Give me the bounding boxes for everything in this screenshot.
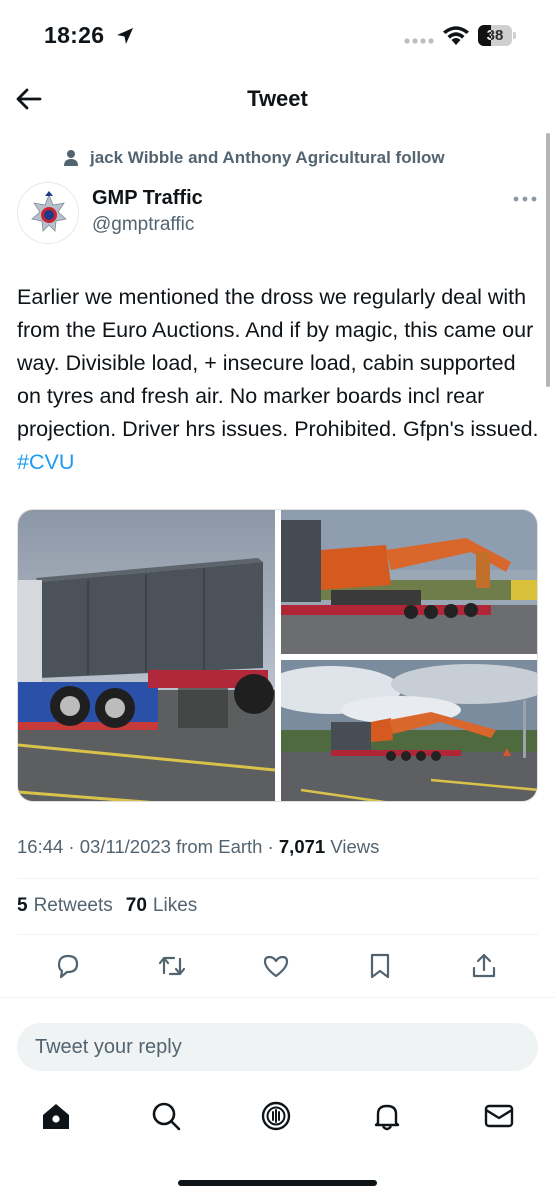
action-bar	[0, 946, 555, 986]
author-handle[interactable]: @gmptraffic	[92, 214, 194, 236]
messages-icon[interactable]	[483, 1100, 515, 1132]
police-badge-icon	[18, 183, 78, 243]
views-label: Views	[325, 836, 380, 857]
cellular-signal-icon	[404, 38, 434, 44]
battery-level: 38	[486, 27, 504, 44]
status-bar: 18:26 38	[0, 0, 555, 74]
tweet-body: Earlier we mentioned the dross we regula…	[17, 285, 539, 441]
retweet-icon[interactable]	[157, 951, 187, 981]
author-name[interactable]: GMP Traffic	[92, 187, 203, 210]
hashtag-link[interactable]: #CVU	[17, 450, 74, 474]
tab-bar	[0, 1092, 555, 1142]
tweet-text: Earlier we mentioned the dross we regula…	[17, 281, 543, 479]
likes-count: 70	[125, 895, 147, 916]
reply-input[interactable]	[17, 1023, 538, 1071]
nav-header: Tweet	[0, 74, 555, 124]
search-icon[interactable]	[150, 1100, 182, 1132]
location-arrow-icon	[117, 28, 133, 44]
likes-stat[interactable]: 70 Likes	[126, 895, 198, 917]
tweet-photo[interactable]	[281, 510, 537, 654]
home-icon[interactable]	[40, 1100, 72, 1132]
retweets-stat[interactable]: 5 Retweets	[17, 895, 113, 917]
tweet-photo[interactable]	[281, 660, 537, 801]
page-title: Tweet	[247, 86, 308, 111]
battery-icon: 38	[478, 25, 516, 46]
like-icon[interactable]	[261, 951, 291, 981]
scrollbar[interactable]	[546, 133, 550, 387]
notifications-icon[interactable]	[371, 1100, 403, 1132]
reply-icon[interactable]	[53, 951, 83, 981]
social-context-text: jack Wibble and Anthony Agricultural fol…	[90, 148, 445, 167]
views-count: 7,071	[278, 836, 326, 857]
divider	[17, 934, 538, 935]
media-grid	[17, 509, 538, 802]
avatar[interactable]	[17, 182, 79, 244]
spaces-icon[interactable]	[260, 1100, 292, 1132]
more-options-icon[interactable]	[512, 192, 538, 206]
person-icon	[64, 150, 78, 166]
status-time: 18:26	[44, 22, 105, 48]
share-icon[interactable]	[469, 951, 499, 981]
home-indicator[interactable]	[178, 1180, 377, 1186]
retweets-label: Retweets	[33, 895, 113, 916]
tweet-photo[interactable]	[18, 510, 275, 801]
bookmark-icon[interactable]	[365, 951, 395, 981]
tweet-meta: 16:44 · 03/11/2023 from Earth · 7,071 Vi…	[17, 836, 379, 858]
tweet-timestamp[interactable]: 16:44 · 03/11/2023 from Earth ·	[17, 836, 279, 857]
social-context[interactable]: jack Wibble and Anthony Agricultural fol…	[62, 147, 445, 169]
divider	[0, 997, 555, 998]
reply-box	[17, 1023, 538, 1071]
divider	[17, 878, 538, 879]
retweets-count: 5	[17, 895, 28, 916]
tweet-stats: 5 Retweets 70 Likes	[17, 895, 210, 917]
likes-label: Likes	[152, 895, 198, 916]
wifi-icon	[443, 26, 469, 45]
